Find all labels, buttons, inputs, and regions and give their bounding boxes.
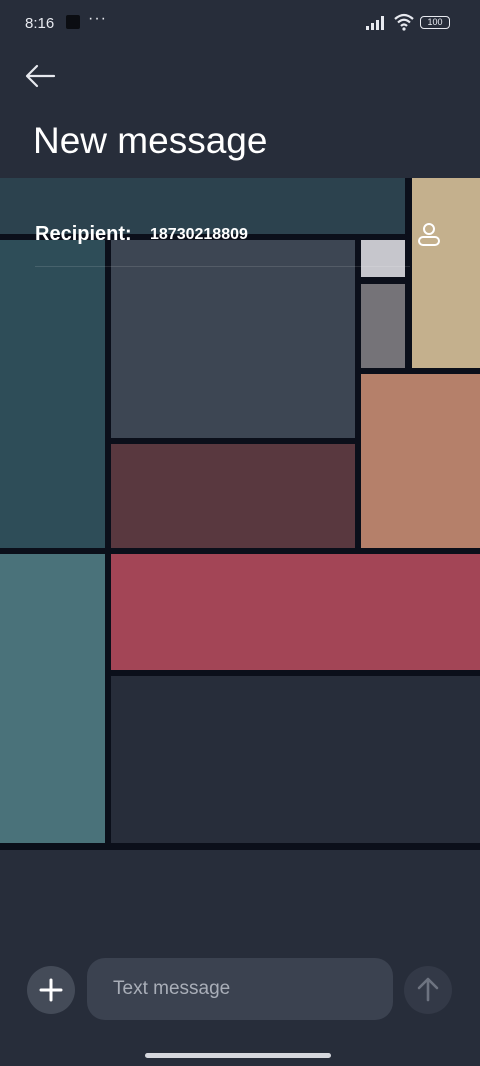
signal-icon — [366, 16, 384, 30]
send-button[interactable] — [404, 966, 452, 1014]
wallpaper-tile — [361, 284, 405, 368]
recipient-value[interactable]: 18730218809 — [150, 226, 248, 244]
arrow-left-icon — [25, 64, 56, 88]
battery-level: 100 — [427, 17, 443, 27]
wallpaper-tile — [361, 374, 480, 548]
back-button[interactable] — [22, 60, 58, 92]
arrow-up-icon — [417, 977, 439, 1002]
wallpaper-tile — [111, 554, 480, 670]
status-bar: 8:16 ··· 100 — [0, 0, 480, 48]
person-icon — [418, 223, 440, 246]
wallpaper-tile — [412, 178, 480, 368]
wallpaper-tile — [0, 240, 105, 548]
wallpaper-tile — [111, 444, 355, 548]
message-input[interactable] — [87, 958, 393, 1020]
page-title: New message — [33, 120, 268, 161]
background-wallpaper — [0, 178, 480, 850]
plus-icon — [39, 978, 63, 1002]
home-indicator[interactable] — [145, 1053, 331, 1058]
wallpaper-tile — [111, 676, 480, 843]
more-notifications-icon: ··· — [88, 10, 107, 27]
wallpaper-tile — [0, 554, 105, 843]
battery-icon: 100 — [420, 16, 450, 29]
select-contact-button[interactable] — [414, 220, 444, 250]
recipient-field[interactable]: Recipient: 18730218809 — [35, 222, 410, 267]
notification-app-icon — [66, 15, 80, 29]
recipient-label: Recipient: — [35, 223, 132, 245]
status-time: 8:16 — [25, 15, 55, 32]
add-attachment-button[interactable] — [27, 966, 75, 1014]
wallpaper-tile — [111, 240, 355, 438]
wifi-icon — [394, 13, 414, 31]
